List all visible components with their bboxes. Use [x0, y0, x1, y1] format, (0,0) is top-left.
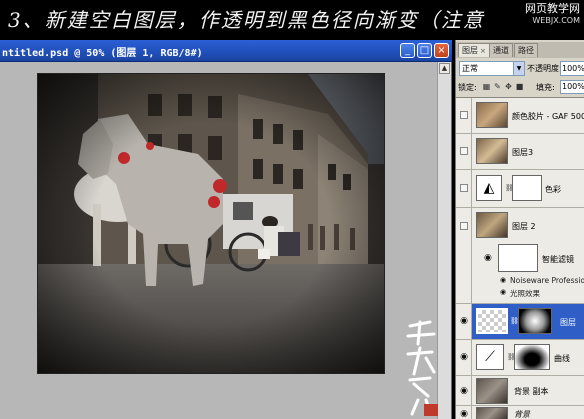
layer-row-background[interactable]: ◉ 背景 [456, 406, 584, 419]
layer-name: 色彩 [545, 185, 561, 194]
blend-mode-select[interactable]: 正常 ▼ [459, 61, 525, 76]
tab-close-icon[interactable]: × [480, 47, 486, 55]
tab-channels[interactable]: 通道 [489, 43, 513, 57]
visibility-off-icon[interactable] [460, 111, 468, 119]
calligraphy-signature [406, 320, 438, 416]
eye-icon[interactable]: ◉ [459, 409, 469, 419]
visibility-cell[interactable] [456, 98, 472, 133]
opacity-label: 不透明度: [527, 64, 562, 73]
layer-row-layer2-smart[interactable]: 图层 2 ◉ 智能滤镜 ◉ Noiseware Professional ◉ 光… [456, 208, 584, 304]
eye-icon[interactable]: ◉ [500, 288, 506, 296]
visibility-cell[interactable]: ◉ [456, 406, 472, 419]
link-icon[interactable]: ⛓ [507, 353, 516, 362]
smart-filter-mask-thumbnail [498, 244, 538, 272]
maximize-button[interactable]: □ [417, 43, 432, 58]
smart-filter-row[interactable]: ◉ 光照效果 [456, 288, 584, 300]
layer-mask-thumbnail [518, 308, 552, 334]
tutorial-step-caption: 3、新建空白图层，作透明到黑色径向渐变（注意 [8, 8, 485, 32]
visibility-off-icon[interactable] [460, 147, 468, 155]
smart-filters-label: 智能滤镜 [542, 255, 574, 264]
lock-pixels-icon[interactable]: ✎ [493, 82, 502, 91]
eye-icon[interactable]: ◉ [459, 386, 469, 396]
lock-transparency-icon[interactable]: ▦ [482, 82, 491, 91]
eye-icon[interactable]: ◉ [484, 253, 494, 263]
document-titlebar[interactable]: ntitled.psd @ 50% (图层 1, RGB/8#) _ □ × [0, 40, 452, 62]
lock-fill-row: 锁定: ▦ ✎ ✥ ■ 填充: 100% [456, 79, 584, 95]
horse-carriage-photo [38, 74, 384, 373]
minimize-button[interactable]: _ [400, 43, 415, 58]
panel-tab-bar: 图层 × 通道 路径 [456, 42, 584, 58]
layer-thumbnail [476, 102, 508, 128]
chevron-down-icon[interactable]: ▼ [513, 62, 524, 75]
visibility-cell[interactable]: ◉ [456, 376, 472, 405]
layer-thumbnail [476, 378, 508, 404]
layers-panel: 图层 × 通道 路径 正常 ▼ 不透明度: 100% 锁定: ▦ ✎ ✥ ■ 填充… [455, 40, 584, 419]
layer-row-color-adjustment[interactable]: ◭ ⛓ 色彩 [456, 170, 584, 208]
tab-paths[interactable]: 路径 [514, 43, 538, 57]
layer-name: 背景 副本 [514, 387, 549, 396]
canvas-photo [37, 73, 385, 374]
blend-mode-value: 正常 [462, 64, 478, 73]
layer-row-curves[interactable]: ◉ ⟋ ⛓ 曲线 [456, 340, 584, 376]
visibility-cell[interactable] [456, 170, 472, 207]
visibility-cell[interactable] [456, 134, 472, 169]
visibility-off-icon[interactable] [460, 184, 468, 192]
fill-input[interactable]: 100% [560, 80, 584, 94]
fill-label: 填充: [536, 83, 555, 92]
layer-name: 颜色胶片 - GAF 500 [512, 112, 584, 121]
layer-thumbnail [476, 212, 508, 238]
smart-filter-name: Noiseware Professional [510, 276, 584, 285]
close-button[interactable]: × [434, 43, 449, 58]
document-title: ntitled.psd @ 50% (图层 1, RGB/8#) [2, 48, 203, 59]
layer-row-color-film[interactable]: 颜色胶片 - GAF 500 [456, 98, 584, 134]
layer-mask-thumbnail [514, 344, 550, 370]
smart-filter-row[interactable]: ◉ Noiseware Professional [456, 276, 584, 288]
tab-layers[interactable]: 图层 × [458, 43, 490, 57]
layer-mask-thumbnail [512, 175, 542, 201]
visibility-off-icon[interactable] [460, 222, 468, 230]
watermark-url: WEBJX.COM [532, 16, 580, 25]
tutorial-caption-banner: 3、新建空白图层，作透明到黑色径向渐变（注意 网页教学网 WEBJX.COM [0, 0, 584, 40]
layer-row-gradient-selected[interactable]: ◉ ⛓ 图层 [456, 304, 584, 340]
layer-name: 曲线 [554, 354, 570, 363]
lock-position-icon[interactable]: ✥ [504, 82, 513, 91]
link-icon[interactable]: ⛓ [505, 184, 514, 193]
layer-thumbnail [476, 138, 508, 164]
scroll-up-icon[interactable]: ▲ [439, 63, 450, 74]
layer-thumbnail [476, 407, 508, 419]
smart-filter-name: 光照效果 [510, 289, 540, 298]
layer-name: 图层3 [512, 148, 534, 157]
curves-adjustment-icon: ⟋ [476, 344, 504, 370]
eye-icon[interactable]: ◉ [500, 276, 506, 284]
visibility-cell[interactable]: ◉ [456, 304, 472, 339]
eye-icon[interactable]: ◉ [459, 352, 469, 362]
lock-label: 锁定: [458, 83, 477, 92]
layer-name: 图层 [560, 318, 576, 327]
eye-icon[interactable]: ◉ [459, 316, 469, 326]
layer-thumbnail [476, 308, 508, 334]
lock-all-icon[interactable]: ■ [515, 82, 524, 91]
layer-name: 背景 [514, 410, 530, 419]
adjustment-icon: ◭ [476, 175, 502, 201]
tab-layers-label: 图层 [462, 46, 478, 55]
link-icon[interactable]: ⛓ [510, 317, 519, 326]
blend-opacity-row: 正常 ▼ 不透明度: 100% [456, 60, 584, 78]
opacity-input[interactable]: 100% [560, 61, 584, 76]
visibility-cell[interactable]: ◉ [456, 340, 472, 375]
layer-name: 图层 2 [512, 222, 536, 231]
layers-list: 颜色胶片 - GAF 500 图层3 ◭ ⛓ 色彩 图层 2 ◉ 智能滤镜 ◉ … [456, 97, 584, 419]
watermark-title: 网页教学网 [525, 2, 580, 15]
layer-row-layer3[interactable]: 图层3 [456, 134, 584, 170]
layer-row-background-copy[interactable]: ◉ 背景 副本 [456, 376, 584, 406]
site-watermark: 网页教学网 WEBJX.COM [525, 3, 580, 27]
